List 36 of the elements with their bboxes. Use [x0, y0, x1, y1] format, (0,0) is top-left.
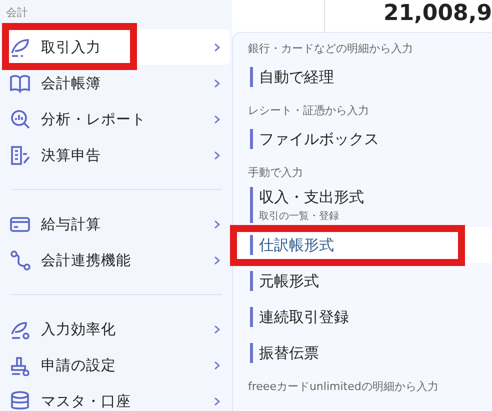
section-label: 会計 — [6, 6, 29, 20]
sidebar-item[interactable]: 入力効率化 — [5, 311, 230, 347]
menu-icon — [9, 36, 31, 58]
amount-value: 21,008,9 — [382, 0, 492, 28]
sidebar-item[interactable]: 申請の設定 — [5, 347, 230, 383]
group-heading: 銀行・カードなどの明細から入力 — [247, 41, 414, 57]
chevron-icon — [214, 360, 220, 370]
sidebar-item[interactable]: 分析・レポート — [5, 101, 230, 137]
menu-icon — [9, 72, 31, 94]
chevron-icon — [214, 396, 220, 406]
submenu-item[interactable]: 元帳形式 — [233, 263, 492, 299]
submenu-item[interactable]: 自動で経理 — [233, 59, 492, 95]
sidebar-item[interactable]: 決算申告 — [5, 137, 230, 173]
menu-icon — [9, 144, 31, 166]
menu-icon — [9, 249, 31, 271]
group-heading: 手動で入力 — [247, 165, 304, 181]
group-heading: レシート・証憑から入力 — [247, 103, 370, 119]
group-heading: freeeカードunlimitedの明細から入力 — [247, 379, 440, 395]
chevron-icon — [214, 324, 220, 334]
submenu-item[interactable]: 連続取引登録 — [233, 299, 492, 335]
menu-icon — [9, 108, 31, 130]
submenu-item[interactable]: 収入・支出形式 取引の一覧・登録 — [233, 183, 492, 227]
menu-icon — [9, 390, 31, 411]
chevron-icon — [214, 78, 220, 88]
chevron-icon — [214, 42, 220, 52]
sidebar-item[interactable]: 給与計算 — [5, 206, 230, 242]
sidebar-item[interactable]: マスタ・口座 — [5, 383, 230, 411]
chevron-icon — [214, 150, 220, 160]
chevron-icon — [214, 256, 220, 264]
sidebar-item[interactable]: 会計帳簿 — [5, 65, 230, 101]
sidebar-item[interactable]: 会計連携機能 — [5, 242, 230, 278]
chevron-icon — [214, 114, 220, 124]
menu-icon — [9, 354, 31, 376]
submenu-item[interactable]: ファイルボックス — [233, 121, 492, 157]
chevron-icon — [214, 220, 220, 228]
submenu-item[interactable]: 振替伝票 — [233, 335, 492, 371]
